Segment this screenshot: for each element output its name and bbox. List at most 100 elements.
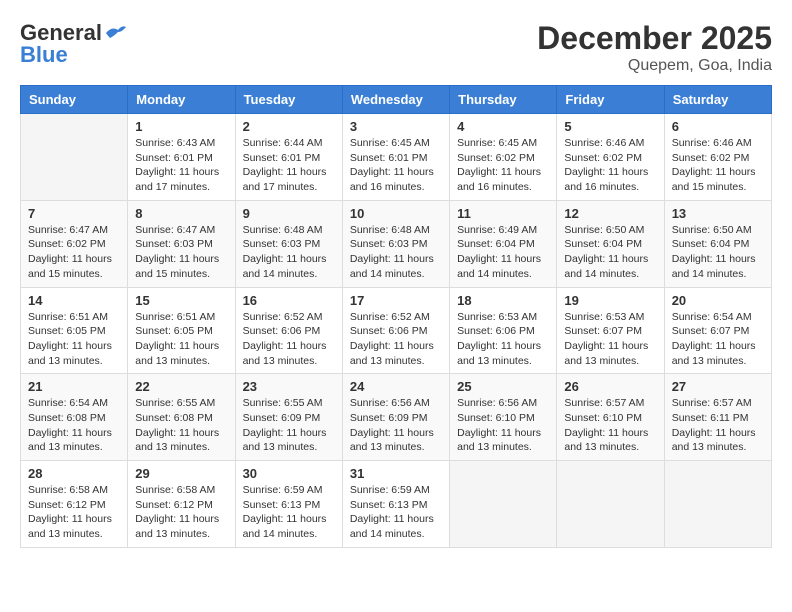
- location: Quepem, Goa, India: [537, 57, 772, 75]
- day-number: 28: [28, 466, 120, 481]
- day-number: 1: [135, 119, 227, 134]
- calendar-cell: 23 Sunrise: 6:55 AMSunset: 6:09 PMDayligh…: [235, 374, 342, 461]
- calendar-cell: 10 Sunrise: 6:48 AMSunset: 6:03 PMDayligh…: [342, 200, 449, 287]
- day-number: 9: [243, 206, 335, 221]
- day-number: 18: [457, 293, 549, 308]
- day-number: 26: [564, 379, 656, 394]
- calendar-header-sunday: Sunday: [21, 86, 128, 114]
- day-number: 7: [28, 206, 120, 221]
- calendar-cell: 3 Sunrise: 6:45 AMSunset: 6:01 PMDaylight…: [342, 114, 449, 201]
- day-number: 14: [28, 293, 120, 308]
- calendar-cell: 7Sunrise: 6:47 AMSunset: 6:02 PMDaylight…: [21, 200, 128, 287]
- day-info: Sunrise: 6:46 AMSunset: 6:02 PMDaylight:…: [672, 136, 764, 195]
- calendar-cell: 8Sunrise: 6:47 AMSunset: 6:03 PMDaylight…: [128, 200, 235, 287]
- day-info: Sunrise: 6:53 AMSunset: 6:07 PMDaylight:…: [564, 310, 656, 369]
- calendar-cell: 13 Sunrise: 6:50 AMSunset: 6:04 PMDayligh…: [664, 200, 771, 287]
- calendar-cell: 2 Sunrise: 6:44 AMSunset: 6:01 PMDaylight…: [235, 114, 342, 201]
- calendar-cell: [450, 461, 557, 548]
- calendar-cell: 6 Sunrise: 6:46 AMSunset: 6:02 PMDaylight…: [664, 114, 771, 201]
- calendar-cell: 25 Sunrise: 6:56 AMSunset: 6:10 PMDayligh…: [450, 374, 557, 461]
- day-info: Sunrise: 6:51 AMSunset: 6:05 PMDaylight:…: [135, 310, 227, 369]
- day-number: 10: [350, 206, 442, 221]
- calendar-cell: 19 Sunrise: 6:53 AMSunset: 6:07 PMDayligh…: [557, 287, 664, 374]
- calendar-cell: 26Sunrise: 6:57 AMSunset: 6:10 PMDayligh…: [557, 374, 664, 461]
- day-info: Sunrise: 6:43 AMSunset: 6:01 PMDaylight:…: [135, 136, 227, 195]
- calendar-header-saturday: Saturday: [664, 86, 771, 114]
- calendar-cell: 15 Sunrise: 6:51 AMSunset: 6:05 PMDayligh…: [128, 287, 235, 374]
- logo: General Blue: [20, 20, 126, 68]
- day-info: Sunrise: 6:44 AMSunset: 6:01 PMDaylight:…: [243, 136, 335, 195]
- calendar-cell: 12 Sunrise: 6:50 AMSunset: 6:04 PMDayligh…: [557, 200, 664, 287]
- logo-bird-icon: [104, 24, 126, 42]
- day-number: 16: [243, 293, 335, 308]
- day-number: 29: [135, 466, 227, 481]
- calendar-week-row: 7Sunrise: 6:47 AMSunset: 6:02 PMDaylight…: [21, 200, 772, 287]
- calendar-cell: 30 Sunrise: 6:59 AMSunset: 6:13 PMDayligh…: [235, 461, 342, 548]
- day-number: 25: [457, 379, 549, 394]
- calendar-header-tuesday: Tuesday: [235, 86, 342, 114]
- day-number: 24: [350, 379, 442, 394]
- day-number: 17: [350, 293, 442, 308]
- day-info: Sunrise: 6:55 AMSunset: 6:09 PMDaylight:…: [243, 396, 335, 455]
- day-info: Sunrise: 6:45 AMSunset: 6:01 PMDaylight:…: [350, 136, 442, 195]
- calendar-header-monday: Monday: [128, 86, 235, 114]
- day-number: 22: [135, 379, 227, 394]
- calendar-week-row: 1 Sunrise: 6:43 AMSunset: 6:01 PMDaylight…: [21, 114, 772, 201]
- calendar-week-row: 21Sunrise: 6:54 AMSunset: 6:08 PMDayligh…: [21, 374, 772, 461]
- calendar-week-row: 28 Sunrise: 6:58 AMSunset: 6:12 PMDayligh…: [21, 461, 772, 548]
- day-number: 19: [564, 293, 656, 308]
- day-info: Sunrise: 6:50 AMSunset: 6:04 PMDaylight:…: [672, 223, 764, 282]
- calendar-cell: 14Sunrise: 6:51 AMSunset: 6:05 PMDayligh…: [21, 287, 128, 374]
- calendar-table: SundayMondayTuesdayWednesdayThursdayFrid…: [20, 85, 772, 548]
- day-info: Sunrise: 6:55 AMSunset: 6:08 PMDaylight:…: [135, 396, 227, 455]
- day-number: 2: [243, 119, 335, 134]
- calendar-header-friday: Friday: [557, 86, 664, 114]
- day-info: Sunrise: 6:54 AMSunset: 6:07 PMDaylight:…: [672, 310, 764, 369]
- day-info: Sunrise: 6:47 AMSunset: 6:03 PMDaylight:…: [135, 223, 227, 282]
- calendar-week-row: 14 Sunrise: 6:51 AMSunset: 6:05 PMDayligh…: [21, 287, 772, 374]
- day-info: Sunrise: 6:45 AMSunset: 6:02 PMDaylight:…: [457, 136, 549, 195]
- day-number: 30: [243, 466, 335, 481]
- day-info: Sunrise: 6:56 AMSunset: 6:09 PMDaylight:…: [350, 396, 442, 455]
- day-info: Sunrise: 6:52 AMSunset: 6:06 PMDaylight:…: [350, 310, 442, 369]
- day-number: 5: [564, 119, 656, 134]
- calendar-cell: 4 Sunrise: 6:45 AMSunset: 6:02 PMDaylight…: [450, 114, 557, 201]
- day-number: 6: [672, 119, 764, 134]
- logo-blue-text: Blue: [20, 42, 68, 68]
- day-number: 12: [564, 206, 656, 221]
- day-info: Sunrise: 6:48 AMSunset: 6:03 PMDaylight:…: [350, 223, 442, 282]
- day-info: Sunrise: 6:59 AMSunset: 6:13 PMDaylight:…: [243, 483, 335, 542]
- title-section: December 2025 Quepem, Goa, India: [537, 20, 772, 75]
- day-number: 23: [243, 379, 335, 394]
- calendar-cell: 11 Sunrise: 6:49 AMSunset: 6:04 PMDayligh…: [450, 200, 557, 287]
- calendar-cell: 5 Sunrise: 6:46 AMSunset: 6:02 PMDaylight…: [557, 114, 664, 201]
- calendar-cell: 18 Sunrise: 6:53 AMSunset: 6:06 PMDayligh…: [450, 287, 557, 374]
- day-number: 20: [672, 293, 764, 308]
- day-number: 11: [457, 206, 549, 221]
- day-number: 3: [350, 119, 442, 134]
- day-info: Sunrise: 6:54 AMSunset: 6:08 PMDaylight:…: [28, 396, 120, 455]
- day-info: Sunrise: 6:50 AMSunset: 6:04 PMDaylight:…: [564, 223, 656, 282]
- calendar-cell: 27Sunrise: 6:57 AMSunset: 6:11 PMDayligh…: [664, 374, 771, 461]
- calendar-cell: [557, 461, 664, 548]
- calendar-cell: 21Sunrise: 6:54 AMSunset: 6:08 PMDayligh…: [21, 374, 128, 461]
- day-number: 31: [350, 466, 442, 481]
- calendar-cell: [21, 114, 128, 201]
- day-info: Sunrise: 6:53 AMSunset: 6:06 PMDaylight:…: [457, 310, 549, 369]
- day-info: Sunrise: 6:46 AMSunset: 6:02 PMDaylight:…: [564, 136, 656, 195]
- calendar-header-row: SundayMondayTuesdayWednesdayThursdayFrid…: [21, 86, 772, 114]
- calendar-cell: 24 Sunrise: 6:56 AMSunset: 6:09 PMDayligh…: [342, 374, 449, 461]
- calendar-cell: [664, 461, 771, 548]
- day-number: 15: [135, 293, 227, 308]
- day-info: Sunrise: 6:48 AMSunset: 6:03 PMDaylight:…: [243, 223, 335, 282]
- day-number: 4: [457, 119, 549, 134]
- day-info: Sunrise: 6:59 AMSunset: 6:13 PMDaylight:…: [350, 483, 442, 542]
- calendar-cell: 1 Sunrise: 6:43 AMSunset: 6:01 PMDaylight…: [128, 114, 235, 201]
- day-info: Sunrise: 6:56 AMSunset: 6:10 PMDaylight:…: [457, 396, 549, 455]
- day-info: Sunrise: 6:58 AMSunset: 6:12 PMDaylight:…: [28, 483, 120, 542]
- calendar-cell: 22 Sunrise: 6:55 AMSunset: 6:08 PMDayligh…: [128, 374, 235, 461]
- calendar-cell: 28 Sunrise: 6:58 AMSunset: 6:12 PMDayligh…: [21, 461, 128, 548]
- day-number: 13: [672, 206, 764, 221]
- calendar-cell: 16Sunrise: 6:52 AMSunset: 6:06 PMDayligh…: [235, 287, 342, 374]
- day-info: Sunrise: 6:49 AMSunset: 6:04 PMDaylight:…: [457, 223, 549, 282]
